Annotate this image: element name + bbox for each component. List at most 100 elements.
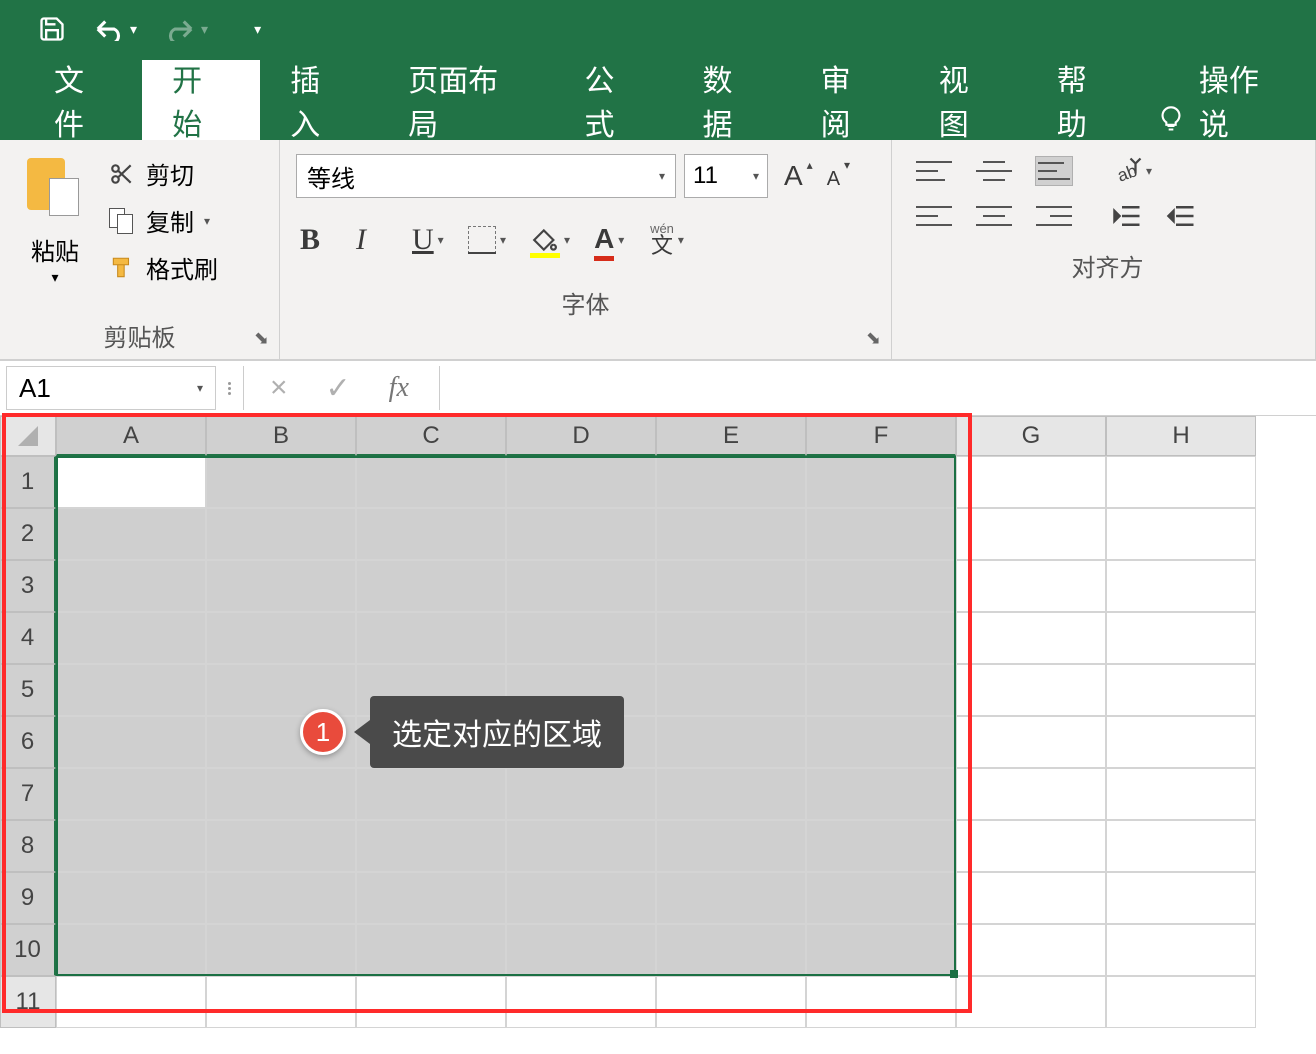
tab-home[interactable]: 开始: [142, 60, 260, 140]
cell[interactable]: [956, 612, 1106, 664]
cell[interactable]: [506, 508, 656, 560]
cell[interactable]: [206, 560, 356, 612]
cell[interactable]: [1106, 768, 1256, 820]
align-top-button[interactable]: [916, 157, 952, 185]
row-header[interactable]: 4: [0, 612, 56, 664]
cell[interactable]: [656, 612, 806, 664]
column-header[interactable]: H: [1106, 416, 1256, 456]
column-header[interactable]: G: [956, 416, 1106, 456]
cell[interactable]: [56, 612, 206, 664]
cell[interactable]: [56, 820, 206, 872]
cell[interactable]: [506, 976, 656, 1028]
tab-formulas[interactable]: 公式: [554, 60, 672, 140]
column-header[interactable]: F: [806, 416, 956, 456]
fill-color-button[interactable]: ▾: [530, 226, 570, 254]
cell[interactable]: [1106, 820, 1256, 872]
cell[interactable]: [356, 872, 506, 924]
font-name-select[interactable]: 等线 ▾: [296, 154, 676, 198]
align-right-button[interactable]: [1036, 202, 1072, 230]
cell[interactable]: [506, 612, 656, 664]
border-button[interactable]: ▾: [468, 226, 506, 254]
cell[interactable]: [956, 924, 1106, 976]
copy-button[interactable]: 复制 ▾: [108, 203, 218, 238]
cell[interactable]: [356, 924, 506, 976]
cell[interactable]: [1106, 560, 1256, 612]
cell[interactable]: [506, 924, 656, 976]
row-header[interactable]: 6: [0, 716, 56, 768]
cell[interactable]: [806, 820, 956, 872]
row-header[interactable]: 3: [0, 560, 56, 612]
cell[interactable]: [1106, 872, 1256, 924]
row-header[interactable]: 11: [0, 976, 56, 1028]
cell[interactable]: [506, 456, 656, 508]
cancel-icon[interactable]: ×: [270, 371, 288, 405]
cell[interactable]: [56, 508, 206, 560]
cell[interactable]: [956, 768, 1106, 820]
bold-button[interactable]: B: [300, 223, 332, 257]
cell[interactable]: [806, 664, 956, 716]
cell[interactable]: [506, 872, 656, 924]
cell[interactable]: [656, 456, 806, 508]
row-header[interactable]: 2: [0, 508, 56, 560]
row-header[interactable]: 5: [0, 664, 56, 716]
cell[interactable]: [1106, 664, 1256, 716]
cell[interactable]: [656, 664, 806, 716]
tab-help[interactable]: 帮助: [1027, 60, 1145, 140]
cell[interactable]: [206, 976, 356, 1028]
cell[interactable]: [206, 768, 356, 820]
cell[interactable]: [506, 768, 656, 820]
phonetic-button[interactable]: wén文 ▾: [650, 222, 684, 257]
cell[interactable]: [956, 456, 1106, 508]
cut-button[interactable]: 剪切: [108, 156, 218, 191]
tell-me[interactable]: 操作说: [1195, 60, 1316, 140]
column-header[interactable]: C: [356, 416, 506, 456]
cell[interactable]: [56, 768, 206, 820]
cell[interactable]: [56, 872, 206, 924]
cell[interactable]: [356, 976, 506, 1028]
cell[interactable]: [806, 456, 956, 508]
cell[interactable]: [806, 768, 956, 820]
cell[interactable]: [656, 924, 806, 976]
cell[interactable]: [206, 508, 356, 560]
align-center-button[interactable]: [976, 202, 1012, 230]
tab-view[interactable]: 视图: [909, 60, 1027, 140]
align-left-button[interactable]: [916, 202, 952, 230]
formula-input[interactable]: [439, 366, 1316, 410]
increase-font-button[interactable]: A▴: [776, 160, 811, 192]
column-header[interactable]: B: [206, 416, 356, 456]
font-size-select[interactable]: 11 ▾: [684, 154, 768, 198]
cell[interactable]: [806, 508, 956, 560]
cell[interactable]: [56, 976, 206, 1028]
row-header[interactable]: 1: [0, 456, 56, 508]
tab-data[interactable]: 数据: [673, 60, 791, 140]
cell[interactable]: [356, 456, 506, 508]
select-all-corner[interactable]: [0, 416, 56, 456]
cell[interactable]: [356, 768, 506, 820]
cell[interactable]: [806, 872, 956, 924]
cell[interactable]: [56, 664, 206, 716]
redo-button[interactable]: ▾: [165, 17, 208, 41]
cell[interactable]: [356, 508, 506, 560]
decrease-font-button[interactable]: A▾: [819, 160, 848, 192]
cell[interactable]: [656, 872, 806, 924]
cell[interactable]: [956, 716, 1106, 768]
italic-button[interactable]: I: [356, 223, 388, 257]
tab-review[interactable]: 审阅: [791, 60, 909, 140]
column-header[interactable]: E: [656, 416, 806, 456]
cell[interactable]: [1106, 976, 1256, 1028]
cell[interactable]: [56, 456, 206, 508]
cell[interactable]: [506, 820, 656, 872]
cell[interactable]: [806, 716, 956, 768]
tab-page-layout[interactable]: 页面布局: [378, 60, 554, 140]
cell[interactable]: [956, 976, 1106, 1028]
cell[interactable]: [356, 820, 506, 872]
column-header[interactable]: A: [56, 416, 206, 456]
confirm-icon[interactable]: ✓: [326, 371, 351, 406]
cell[interactable]: [1106, 612, 1256, 664]
cell[interactable]: [206, 612, 356, 664]
cell[interactable]: [356, 560, 506, 612]
cell[interactable]: [656, 820, 806, 872]
resize-handle[interactable]: [222, 382, 237, 395]
cell[interactable]: [206, 820, 356, 872]
cell[interactable]: [356, 612, 506, 664]
